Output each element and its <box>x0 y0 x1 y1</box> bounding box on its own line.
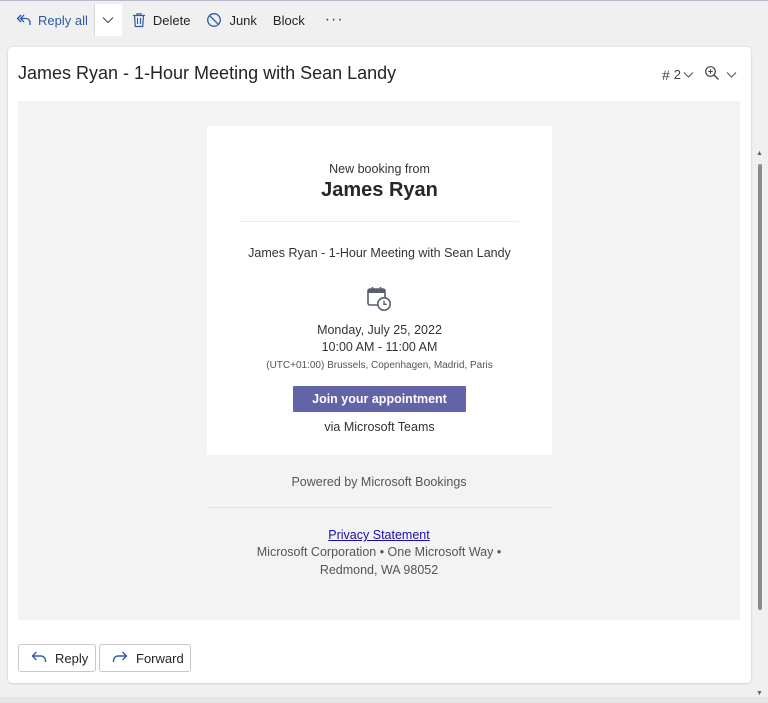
junk-button[interactable]: Junk <box>206 4 257 36</box>
calendar-clock-icon <box>365 284 393 317</box>
reply-icon <box>31 650 47 667</box>
meeting-title: James Ryan - 1-Hour Meeting with Sean La… <box>248 246 511 260</box>
reply-all-label: Reply all <box>38 12 88 28</box>
booking-customer-name: James Ryan <box>321 179 438 201</box>
powered-by-text: Powered by Microsoft Bookings <box>291 475 467 489</box>
message-toolbar: Reply all Delete Junk Block ··· <box>0 1 768 39</box>
block-label: Block <box>272 12 305 28</box>
more-actions-button[interactable]: ··· <box>325 4 344 36</box>
address-line: Redmond, WA 98052 <box>319 563 439 577</box>
footer-divider <box>207 507 552 508</box>
meeting-time: 10:00 AM - 11:00 AM <box>321 340 438 354</box>
divider <box>240 221 519 222</box>
message-subject: James Ryan - 1-Hour Meeting with Sean La… <box>18 63 397 83</box>
scroll-down-arrow[interactable]: ▼ <box>756 690 763 697</box>
trash-icon <box>132 12 146 28</box>
block-button[interactable]: Block <box>273 4 305 36</box>
chevron-down-icon <box>102 11 114 29</box>
delete-button[interactable]: Delete <box>132 4 191 36</box>
privacy-statement-link[interactable]: Privacy Statement <box>18 528 740 542</box>
junk-label: Junk <box>229 12 257 28</box>
hash-icon: # <box>661 66 670 83</box>
join-appointment-button[interactable]: Join your appointment <box>293 386 466 412</box>
header-tools: # 2 <box>662 65 737 84</box>
message-count[interactable]: 2 <box>674 67 681 82</box>
reading-pane: James Ryan - 1-Hour Meeting with Sean La… <box>8 47 751 683</box>
scrollbar-thumb[interactable] <box>758 164 762 610</box>
corporation-line: Microsoft Corporation • One Microsoft Wa… <box>256 545 502 559</box>
via-teams-text: via Microsoft Teams <box>324 420 435 434</box>
meeting-timezone: (UTC+01:00) Brussels, Copenhagen, Madrid… <box>266 360 493 371</box>
reply-all-button[interactable]: Reply all <box>16 4 88 36</box>
booking-card: New booking from James Ryan James Ryan -… <box>207 126 552 455</box>
window-bottom-edge <box>0 697 768 703</box>
reply-label: Reply <box>55 650 89 666</box>
scroll-up-arrow[interactable]: ▲ <box>756 150 763 157</box>
count-chevron-down-icon[interactable] <box>683 67 694 82</box>
reply-button[interactable]: Reply <box>18 644 96 672</box>
forward-label: Forward <box>136 650 184 666</box>
reply-all-icon <box>16 12 32 28</box>
forward-icon <box>112 650 128 667</box>
meeting-date: Monday, July 25, 2022 <box>317 323 442 337</box>
message-body: New booking from James Ryan James Ryan -… <box>18 101 740 620</box>
reply-options-dropdown[interactable] <box>93 4 122 36</box>
delete-label: Delete <box>152 12 191 28</box>
block-icon <box>206 12 222 28</box>
booking-intro: New booking from <box>329 162 430 176</box>
zoom-chevron-down-icon[interactable] <box>726 67 737 82</box>
forward-button[interactable]: Forward <box>99 644 191 672</box>
zoom-icon[interactable] <box>704 65 720 84</box>
more-icon: ··· <box>324 11 344 28</box>
